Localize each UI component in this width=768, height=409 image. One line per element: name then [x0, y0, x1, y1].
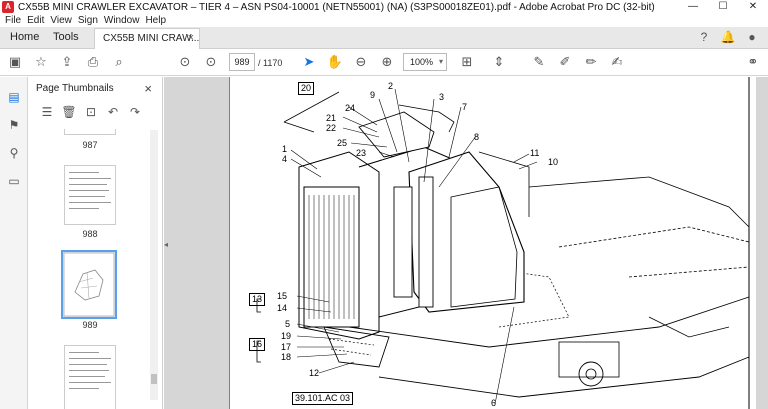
- callout-16: 16: [249, 338, 266, 351]
- zoom-out-icon[interactable]: ⊖: [352, 53, 370, 71]
- menu-sign[interactable]: Sign: [78, 15, 98, 26]
- callout-5: 5: [285, 319, 291, 329]
- close-window-button[interactable]: ✕: [738, 0, 768, 14]
- zoom-value: 100%: [410, 57, 434, 67]
- layers-icon[interactable]: ▭: [6, 173, 22, 189]
- scroll-mode-icon[interactable]: ⇕: [490, 53, 508, 71]
- callout-8: 8: [474, 132, 480, 142]
- window-title: CX55B MINI CRAWLER EXCAVATOR – TIER 4 – …: [18, 1, 655, 13]
- thumbnails-panel: Page Thumbnails × ☰ 🗑 ⊡ ↶ ↷ 987 988 989: [28, 77, 163, 409]
- help-icon[interactable]: ?: [692, 30, 716, 44]
- maximize-button[interactable]: ☐: [708, 0, 738, 14]
- callout-20: 20: [298, 82, 315, 95]
- callout-18: 18: [281, 352, 292, 362]
- callout-24: 24: [345, 103, 356, 113]
- callout-6: 6: [491, 398, 497, 408]
- callout-3: 3: [439, 92, 445, 102]
- thumbnail-989-selected[interactable]: [61, 250, 117, 319]
- sign-icon[interactable]: ✍: [608, 53, 626, 71]
- previous-page-icon[interactable]: ⊙: [176, 53, 194, 71]
- next-page-icon[interactable]: ⊙: [202, 53, 220, 71]
- thumbnail-label: 989: [82, 320, 98, 330]
- pdf-page: 20 9 2 3 24 7 21 22 25 8 23 1 4 11 10 13…: [229, 77, 756, 409]
- menu-window[interactable]: Window: [104, 15, 140, 26]
- excavator-parts-drawing: [229, 77, 750, 409]
- document-tab-label: CX55B MINI CRAW...: [103, 33, 200, 44]
- page-total: / 1170: [258, 58, 283, 68]
- thumbnail-987[interactable]: [64, 129, 116, 135]
- tab-bar: Home Tools CX55B MINI CRAW... × ? 🔔 ●: [0, 27, 768, 49]
- fit-page-icon[interactable]: ⊞: [458, 53, 476, 71]
- page-number-input[interactable]: 989: [229, 53, 255, 71]
- callout-25: 25: [337, 138, 348, 148]
- menu-view[interactable]: View: [50, 15, 72, 26]
- menu-bar: File Edit View Sign Window Help: [0, 14, 768, 27]
- toolbar: ▣ ☆ ⇪ ⎙ ⌕ ⊙ ⊙ 989 / 1170 ➤ ✋ ⊖ ⊕ 100% ▾ …: [0, 49, 768, 76]
- tab-tools[interactable]: Tools: [53, 31, 79, 43]
- callout-13: 13: [249, 293, 266, 306]
- account-icon[interactable]: ●: [740, 30, 764, 44]
- zoom-in-icon[interactable]: ⊕: [378, 53, 396, 71]
- close-panel-icon[interactable]: ×: [144, 81, 152, 96]
- callout-17: 17: [281, 342, 292, 352]
- callout-1: 1: [282, 144, 288, 154]
- callout-14: 14: [277, 303, 288, 313]
- comment-icon[interactable]: ✎: [530, 53, 548, 71]
- acrobat-app-icon: A: [2, 1, 14, 13]
- search-icon[interactable]: ⌕: [110, 53, 128, 71]
- hand-tool-icon[interactable]: ✋: [326, 53, 344, 71]
- chevron-down-icon: ▾: [438, 57, 443, 66]
- left-navigation-rail: ▤ ⚑ ⚲ ▭: [0, 77, 28, 409]
- thumbnail-scrollbar[interactable]: [150, 130, 158, 400]
- callout-21: 21: [326, 113, 337, 123]
- undo-icon[interactable]: ↶: [102, 105, 124, 119]
- bookmark-star-icon[interactable]: ☆: [32, 53, 50, 71]
- delete-page-icon[interactable]: 🗑: [58, 105, 80, 119]
- notifications-icon[interactable]: 🔔: [716, 30, 740, 44]
- share-link-icon[interactable]: ⚭: [744, 53, 762, 71]
- minimize-button[interactable]: —: [678, 0, 708, 14]
- menu-edit[interactable]: Edit: [27, 15, 44, 26]
- thumbnail-label: 988: [82, 229, 98, 239]
- bookmarks-icon[interactable]: ⚑: [6, 117, 22, 133]
- callout-7: 7: [462, 102, 468, 112]
- page-thumbnails-icon[interactable]: ▤: [6, 89, 22, 105]
- panel-title: Page Thumbnails: [36, 83, 114, 94]
- callout-19: 19: [281, 331, 292, 341]
- callout-4: 4: [282, 154, 288, 164]
- callout-23: 23: [356, 148, 367, 158]
- print-icon[interactable]: ⎙: [84, 53, 102, 71]
- callout-10: 10: [548, 157, 559, 167]
- zoom-dropdown[interactable]: 100% ▾: [403, 53, 447, 71]
- redo-icon[interactable]: ↷: [124, 105, 146, 119]
- callout-15: 15: [277, 291, 288, 301]
- thumbnail-988[interactable]: [64, 165, 116, 225]
- save-icon[interactable]: ▣: [6, 53, 24, 71]
- menu-file[interactable]: File: [5, 15, 21, 26]
- thumbnail-drawing: [63, 252, 115, 317]
- panel-collapse-handle[interactable]: ◂: [164, 240, 172, 260]
- thumbnail-label: 987: [82, 140, 98, 150]
- close-tab-icon[interactable]: ×: [188, 29, 194, 48]
- title-bar: A CX55B MINI CRAWLER EXCAVATOR – TIER 4 …: [0, 0, 768, 14]
- insert-page-icon[interactable]: ⊡: [80, 105, 102, 119]
- attachments-icon[interactable]: ⚲: [6, 145, 22, 161]
- thumbnail-990[interactable]: [64, 345, 116, 409]
- callout-22: 22: [326, 123, 337, 133]
- callout-12: 12: [309, 368, 320, 378]
- tab-document[interactable]: CX55B MINI CRAW... ×: [94, 28, 200, 49]
- draw-icon[interactable]: ✏: [582, 53, 600, 71]
- thumbnail-options-icon[interactable]: ☰: [36, 105, 58, 119]
- menu-help[interactable]: Help: [145, 15, 166, 26]
- upload-icon[interactable]: ⇪: [58, 53, 76, 71]
- callout-2: 2: [388, 81, 394, 91]
- tab-home[interactable]: Home: [10, 31, 39, 43]
- callout-9: 9: [370, 90, 376, 100]
- drawing-reference-code: 39.101.AC 03: [292, 392, 354, 405]
- callout-11: 11: [530, 148, 540, 158]
- highlight-pen-icon[interactable]: ✐: [556, 53, 574, 71]
- select-cursor-icon[interactable]: ➤: [300, 53, 318, 71]
- scrollbar-thumb[interactable]: [151, 374, 157, 384]
